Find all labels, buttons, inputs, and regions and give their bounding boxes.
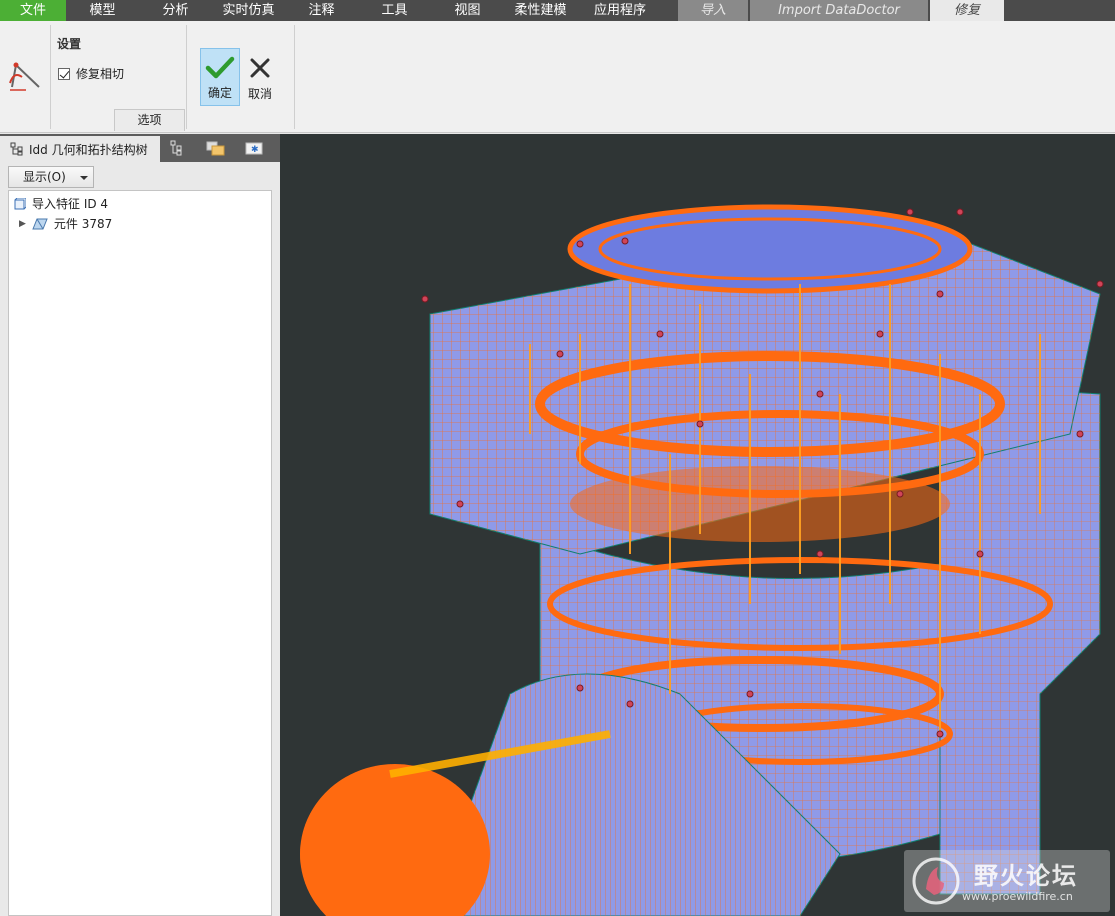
layer-tree-icon[interactable] — [168, 139, 188, 157]
display-dropdown-label: 显示(O) — [23, 170, 66, 184]
tab-import[interactable]: 导入 — [678, 0, 748, 21]
ok-button[interactable]: 确定 — [200, 48, 240, 106]
windows-icon[interactable] — [205, 139, 225, 157]
tree-item-label: 元件 3787 — [53, 217, 113, 231]
menu-model[interactable]: 模型 — [66, 0, 139, 21]
repair-tangent-label: 修复相切 — [76, 67, 125, 81]
repair-tool-icon[interactable] — [6, 57, 44, 97]
watermark: 野火论坛 www.proewildfire.cn — [904, 850, 1110, 912]
watermark-url: www.proewildfire.cn — [962, 890, 1073, 903]
watermark-title: 野火论坛 — [974, 862, 1078, 890]
settings-group-title: 设置 — [57, 37, 82, 51]
close-icon — [250, 58, 270, 78]
flame-logo-icon — [912, 857, 960, 905]
cancel-label: 取消 — [247, 87, 272, 101]
tree-item-import-feature[interactable]: 导入特征 ID 4 — [14, 195, 108, 212]
left-panel: 显示(O) 导入特征 ID 4 ▶ 元件 3787 — [0, 162, 280, 916]
part-icon — [32, 218, 48, 229]
tab-geometry-topology-tree[interactable]: Idd 几何和拓扑结构树 — [0, 134, 160, 162]
ribbon: 设置 修复相切 选项 确定 取消 — [0, 21, 1115, 133]
repair-tangent-option[interactable]: 修复相切 — [58, 65, 124, 82]
menu-analysis[interactable]: 分析 — [139, 0, 212, 21]
model-tree: 导入特征 ID 4 ▶ 元件 3787 — [8, 190, 272, 916]
wireframe-model — [300, 204, 1104, 916]
svg-text:✱: ✱ — [251, 145, 259, 155]
menu-realtime-simulation[interactable]: 实时仿真 — [212, 0, 285, 21]
graphics-viewport[interactable] — [280, 134, 1115, 916]
menu-flexible-modeling[interactable]: 柔性建模 — [504, 0, 577, 21]
tree-icon — [10, 142, 23, 156]
menu-tools[interactable]: 工具 — [358, 0, 431, 21]
ok-label: 确定 — [207, 86, 232, 100]
tree-item-component[interactable]: ▶ 元件 3787 — [19, 215, 112, 232]
display-dropdown[interactable]: 显示(O) — [8, 166, 94, 188]
tab-tree-label: Idd 几何和拓扑结构树 — [29, 142, 148, 157]
menu-applications[interactable]: 应用程序 — [577, 0, 663, 21]
checkmark-icon — [205, 56, 235, 79]
menu-file[interactable]: 文件 — [0, 0, 66, 21]
menu-bar: 文件 模型 分析 实时仿真 注释 工具 视图 柔性建模 应用程序 导入 Impo… — [0, 0, 1115, 21]
repair-tangent-checkbox[interactable] — [58, 67, 70, 80]
menu-annotate[interactable]: 注释 — [285, 0, 358, 21]
left-panel-tabs: Idd 几何和拓扑结构树 ✱ — [0, 134, 280, 162]
tab-repair[interactable]: 修复 — [930, 0, 1004, 21]
tab-import-datadoctor[interactable]: Import DataDoctor — [750, 0, 928, 21]
options-tab[interactable]: 选项 — [114, 109, 185, 131]
cancel-button[interactable]: 取消 — [242, 48, 278, 106]
favorites-icon[interactable]: ✱ — [244, 139, 264, 157]
tree-item-label: 导入特征 ID 4 — [32, 197, 109, 211]
chevron-down-icon — [80, 176, 88, 180]
feature-icon — [14, 197, 26, 209]
expand-arrow-icon[interactable]: ▶ — [19, 219, 26, 229]
menu-view[interactable]: 视图 — [431, 0, 504, 21]
